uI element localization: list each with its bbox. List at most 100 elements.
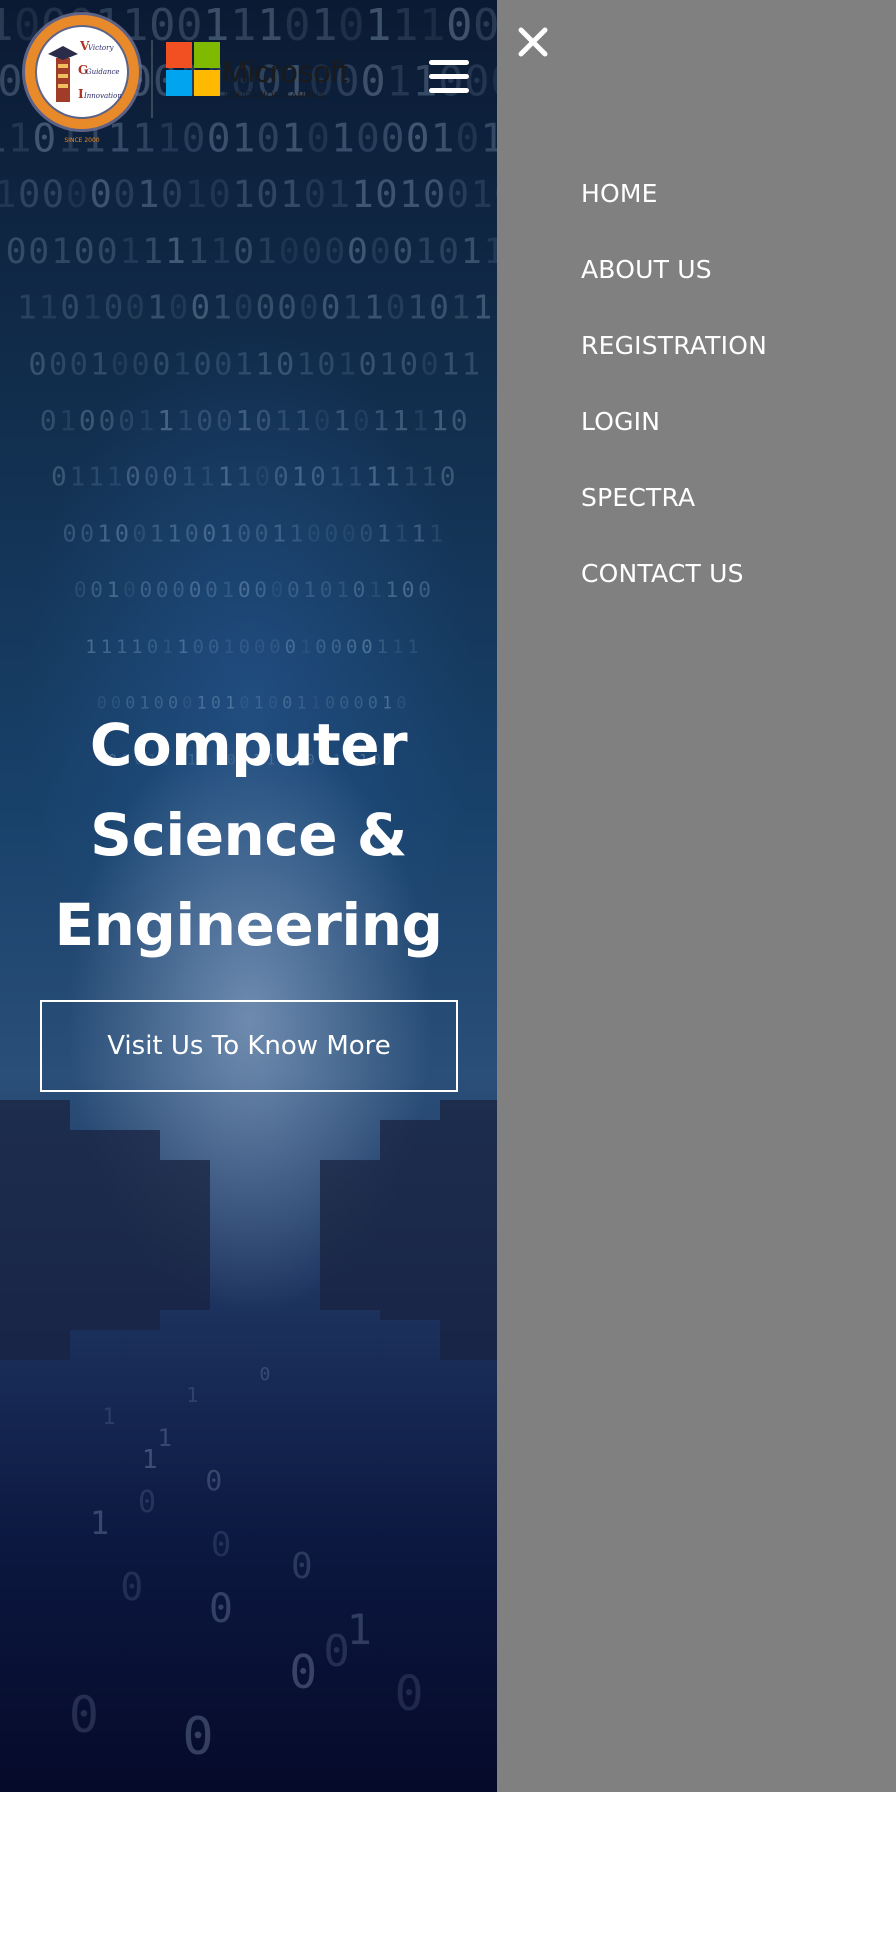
svg-text:0: 0 <box>361 57 386 106</box>
svg-text:0: 0 <box>80 519 94 547</box>
vgi-seal-logo: V Victory G Guidance I Innovation SINCE … <box>22 12 142 144</box>
svg-text:0: 0 <box>51 463 66 493</box>
svg-text:0: 0 <box>161 173 183 216</box>
svg-text:1: 1 <box>167 519 181 547</box>
hamburger-icon-bar <box>429 60 469 65</box>
svg-text:1: 1 <box>484 232 498 272</box>
svg-text:1: 1 <box>102 1405 115 1430</box>
svg-text:0: 0 <box>490 57 497 106</box>
svg-text:1: 1 <box>461 232 482 272</box>
nav-link-login[interactable]: LOGIN <box>581 407 660 436</box>
svg-text:1: 1 <box>142 1445 158 1475</box>
svg-text:1: 1 <box>59 404 76 437</box>
svg-text:0: 0 <box>279 232 300 272</box>
svg-text:0: 0 <box>447 173 469 216</box>
svg-text:1: 1 <box>199 463 214 493</box>
svg-text:1: 1 <box>90 1504 109 1542</box>
svg-text:1: 1 <box>403 463 418 493</box>
svg-text:0: 0 <box>451 404 468 437</box>
nav-link-contact-us[interactable]: CONTACT US <box>581 559 744 588</box>
svg-text:0: 0 <box>74 577 87 602</box>
svg-text:0: 0 <box>438 232 459 272</box>
nav-link-home[interactable]: HOME <box>581 179 658 208</box>
svg-text:0: 0 <box>310 463 325 493</box>
site-logo[interactable]: V Victory G Guidance I Innovation SINCE … <box>14 10 354 146</box>
svg-text:0: 0 <box>346 636 357 658</box>
svg-text:0: 0 <box>162 463 177 493</box>
svg-text:0: 0 <box>347 232 368 272</box>
svg-text:1: 1 <box>255 347 273 382</box>
svg-text:0: 0 <box>132 347 150 382</box>
svg-text:0: 0 <box>28 232 49 272</box>
svg-text:0: 0 <box>233 232 254 272</box>
hamburger-menu-button[interactable] <box>429 60 469 94</box>
visit-us-button[interactable]: Visit Us To Know More <box>40 1000 458 1092</box>
svg-text:0: 0 <box>144 463 159 493</box>
nav-link-registration[interactable]: REGISTRATION <box>581 331 767 360</box>
svg-text:1: 1 <box>300 636 311 658</box>
svg-text:Victory: Victory <box>88 44 114 52</box>
svg-text:0: 0 <box>406 115 430 161</box>
svg-text:0: 0 <box>193 636 204 658</box>
svg-text:0: 0 <box>237 519 251 547</box>
svg-text:0: 0 <box>97 232 118 272</box>
hamburger-icon-bar <box>429 74 469 79</box>
nav-item-home: HOME <box>581 155 767 231</box>
close-icon[interactable] <box>516 25 550 59</box>
svg-text:1: 1 <box>366 463 381 493</box>
svg-text:0: 0 <box>202 519 216 547</box>
svg-text:1: 1 <box>415 232 436 272</box>
svg-text:1: 1 <box>165 232 186 272</box>
svg-text:0: 0 <box>370 232 391 272</box>
microsoft-logo: Microsoft EDUCATION CAMPUS <box>166 42 348 100</box>
svg-text:0: 0 <box>314 404 331 437</box>
svg-text:1: 1 <box>431 115 455 161</box>
svg-text:0: 0 <box>256 289 276 327</box>
svg-text:1: 1 <box>147 289 167 327</box>
svg-text:0: 0 <box>6 232 27 272</box>
svg-text:1: 1 <box>292 463 307 493</box>
svg-text:0: 0 <box>69 1686 99 1744</box>
svg-text:1: 1 <box>51 232 72 272</box>
svg-text:0: 0 <box>361 636 372 658</box>
svg-text:0: 0 <box>255 463 270 493</box>
svg-text:1: 1 <box>235 347 253 382</box>
svg-text:0: 0 <box>291 1546 313 1587</box>
svg-text:1: 1 <box>441 347 459 382</box>
nav-link-about-us[interactable]: ABOUT US <box>581 255 712 284</box>
hero-banner: 1011010000010010100101100100010010001111… <box>0 0 497 1792</box>
svg-text:0: 0 <box>90 173 112 216</box>
nav-item-contact-us: CONTACT US <box>581 535 767 611</box>
svg-text:0: 0 <box>115 519 129 547</box>
svg-text:1: 1 <box>407 636 418 658</box>
svg-text:1: 1 <box>412 404 429 437</box>
svg-text:1: 1 <box>392 404 409 437</box>
svg-text:0: 0 <box>285 636 296 658</box>
svg-text:0: 0 <box>299 289 319 327</box>
svg-text:0: 0 <box>49 347 67 382</box>
svg-text:0: 0 <box>418 577 431 602</box>
svg-text:1: 1 <box>272 519 286 547</box>
svg-text:0: 0 <box>209 1586 233 1632</box>
svg-text:0: 0 <box>254 577 267 602</box>
svg-text:1: 1 <box>101 636 112 658</box>
svg-text:0: 0 <box>209 173 231 216</box>
svg-text:1: 1 <box>392 636 403 658</box>
svg-text:0: 0 <box>321 289 341 327</box>
svg-text:1: 1 <box>119 232 140 272</box>
svg-text:0: 0 <box>185 519 199 547</box>
svg-text:1: 1 <box>85 636 96 658</box>
svg-text:1: 1 <box>88 463 103 493</box>
nav-link-spectra[interactable]: SPECTRA <box>581 483 695 512</box>
svg-text:1: 1 <box>158 1424 172 1452</box>
svg-text:0: 0 <box>156 577 169 602</box>
svg-text:1: 1 <box>431 404 448 437</box>
svg-text:0: 0 <box>191 289 211 327</box>
svg-text:1: 1 <box>97 519 111 547</box>
svg-text:0: 0 <box>440 463 455 493</box>
svg-text:1: 1 <box>17 289 37 327</box>
svg-text:0: 0 <box>239 636 250 658</box>
svg-text:1: 1 <box>385 577 398 602</box>
title-line: Science & <box>90 801 407 869</box>
svg-text:0: 0 <box>392 232 413 272</box>
